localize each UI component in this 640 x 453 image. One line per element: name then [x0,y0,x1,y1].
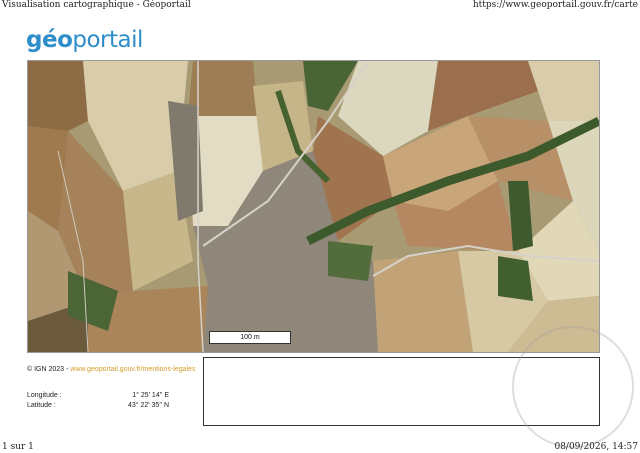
copyright-notice: © IGN 2023 - www.geoportail.gouv.fr/ment… [27,366,195,373]
latitude-label: Latitude : [27,402,56,409]
page-number: 1 sur 1 [2,442,34,452]
aerial-imagery [28,61,599,352]
print-timestamp: 08/09/2026, 14:57 [554,442,638,452]
watermark-stamp [512,326,634,448]
geoportail-logo: géoportail [26,26,143,54]
copyright-text: © IGN 2023 - [27,366,71,373]
legal-mentions-link[interactable]: www.geoportail.gouv.fr/mentions-legales [70,366,195,373]
latitude-row: Latitude : 43° 22' 35'' N [27,401,169,411]
coordinates-block: Longitude : 1° 25' 14'' E Latitude : 43°… [27,391,169,411]
page-title: Visualisation cartographique - Géoportai… [2,0,191,10]
logo-part-geo: géo [26,27,73,53]
map-scale-bar: 100 m [209,331,291,344]
aerial-map[interactable] [27,60,600,353]
longitude-label: Longitude : [27,392,62,399]
latitude-value: 43° 22' 35'' N [127,402,169,409]
logo-part-portail: portail [72,27,143,53]
longitude-row: Longitude : 1° 25' 14'' E [27,391,169,401]
longitude-value: 1° 25' 14'' E [132,392,169,399]
page-url[interactable]: https://www.geoportail.gouv.fr/carte [473,0,638,11]
